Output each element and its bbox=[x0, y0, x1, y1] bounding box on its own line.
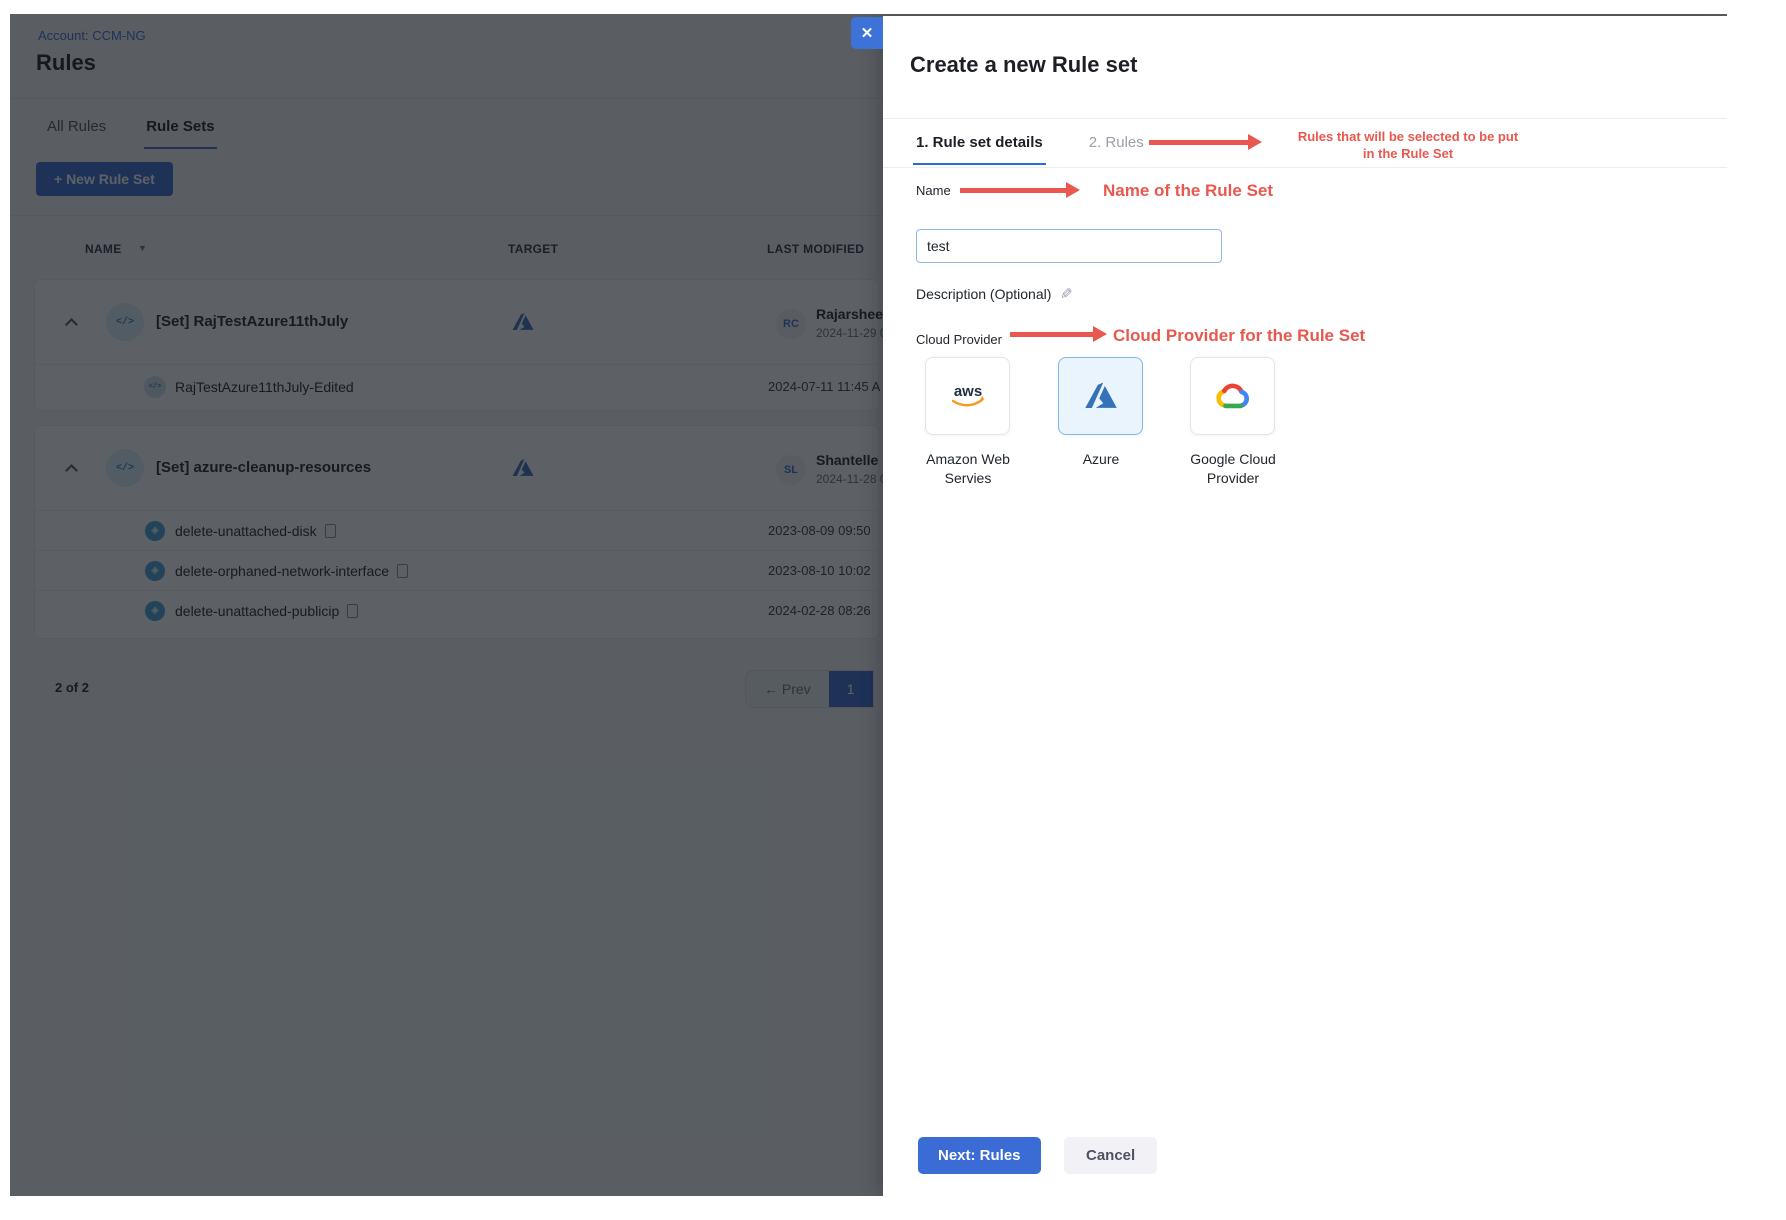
provider-card-aws[interactable]: aws bbox=[925, 357, 1010, 435]
annotation-steps-note: Rules that will be selected to be put in… bbox=[1283, 128, 1533, 162]
step-rule-set-details[interactable]: 1. Rule set details bbox=[913, 126, 1046, 165]
edit-pencil-icon[interactable]: ✎ bbox=[1060, 285, 1073, 303]
close-icon[interactable]: ✕ bbox=[851, 17, 883, 49]
annotation-provider-note: Cloud Provider for the Rule Set bbox=[1113, 326, 1365, 346]
rule-set-name-input[interactable] bbox=[916, 229, 1222, 263]
azure-logo-icon bbox=[1083, 378, 1119, 414]
annotation-arrow bbox=[1149, 140, 1249, 145]
name-label: Name bbox=[916, 183, 951, 198]
annotation-arrow bbox=[1010, 332, 1094, 337]
divider bbox=[883, 118, 1727, 119]
provider-label-aws: Amazon Web Servies bbox=[903, 450, 1033, 488]
annotation-arrow bbox=[960, 188, 1067, 193]
description-label: Description (Optional) ✎ bbox=[916, 285, 1073, 303]
wizard-steps: 1. Rule set details 2. Rules bbox=[913, 126, 1147, 165]
provider-card-gcp[interactable] bbox=[1190, 357, 1275, 435]
provider-card-azure[interactable] bbox=[1058, 357, 1143, 435]
drawer-title: Create a new Rule set bbox=[910, 52, 1137, 78]
aws-logo-icon: aws bbox=[945, 379, 991, 413]
cancel-button[interactable]: Cancel bbox=[1064, 1137, 1157, 1174]
step-rules[interactable]: 2. Rules bbox=[1086, 126, 1147, 165]
divider bbox=[883, 167, 1727, 168]
svg-text:aws: aws bbox=[953, 383, 981, 400]
app-window: Account: CCM-NG Rules All Rules Rule Set… bbox=[10, 14, 1727, 1196]
provider-label-azure: Azure bbox=[1036, 450, 1166, 469]
next-rules-button[interactable]: Next: Rules bbox=[918, 1137, 1041, 1174]
provider-label-gcp: Google Cloud Provider bbox=[1168, 450, 1298, 488]
annotation-name-note: Name of the Rule Set bbox=[1103, 181, 1273, 201]
create-rule-set-drawer: ✕ Create a new Rule set 1. Rule set deta… bbox=[883, 16, 1727, 1196]
cloud-provider-label: Cloud Provider bbox=[916, 332, 1002, 347]
gcp-logo-icon bbox=[1214, 381, 1252, 411]
